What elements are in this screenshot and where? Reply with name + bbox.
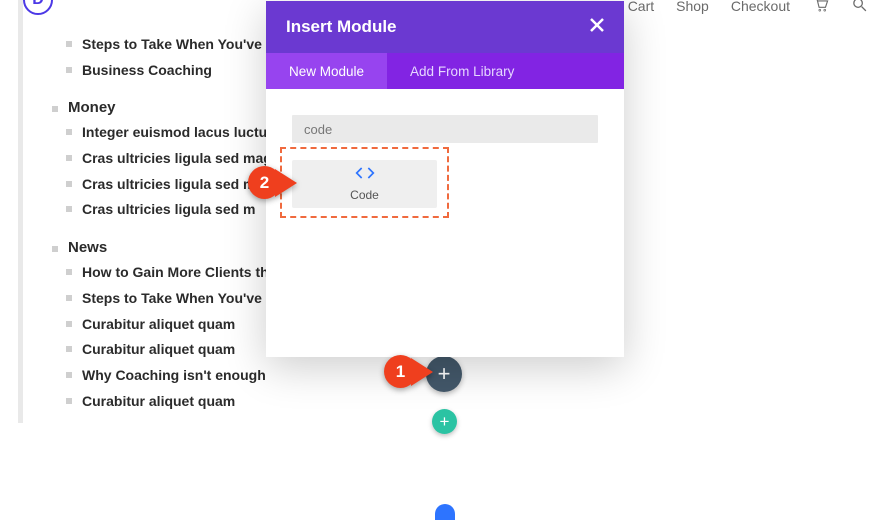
modal-header: Insert Module (266, 1, 624, 53)
annotation-callout-1: 1 (384, 355, 433, 388)
insert-module-modal: Insert Module New Module Add From Librar… (266, 1, 624, 357)
module-search-input[interactable]: code (292, 115, 598, 143)
annotation-callout-2: 2 (248, 166, 297, 199)
tab-new-module[interactable]: New Module (266, 53, 387, 89)
search-icon[interactable] (851, 0, 868, 16)
code-icon (355, 166, 375, 185)
modal-tabs: New Module Add From Library (266, 53, 624, 89)
divi-logo: D (23, 0, 53, 15)
nav-checkout[interactable]: Checkout (731, 0, 790, 14)
nav-cart[interactable]: Cart (628, 0, 654, 14)
nav-shop[interactable]: Shop (676, 0, 709, 14)
cart-icon[interactable] (812, 0, 829, 16)
tab-add-from-library[interactable]: Add From Library (387, 53, 537, 89)
module-tile-label: Code (350, 188, 379, 202)
module-tile-code[interactable]: Code (292, 160, 437, 208)
modal-title: Insert Module (286, 17, 397, 37)
add-section-button[interactable]: + (432, 409, 457, 434)
close-icon[interactable] (590, 17, 604, 37)
add-module-indicator[interactable] (435, 504, 455, 520)
modal-body: code Code (266, 89, 624, 234)
list-item[interactable]: Curabitur aliquet quam (52, 389, 472, 415)
top-nav: Cart Shop Checkout (628, 0, 868, 16)
